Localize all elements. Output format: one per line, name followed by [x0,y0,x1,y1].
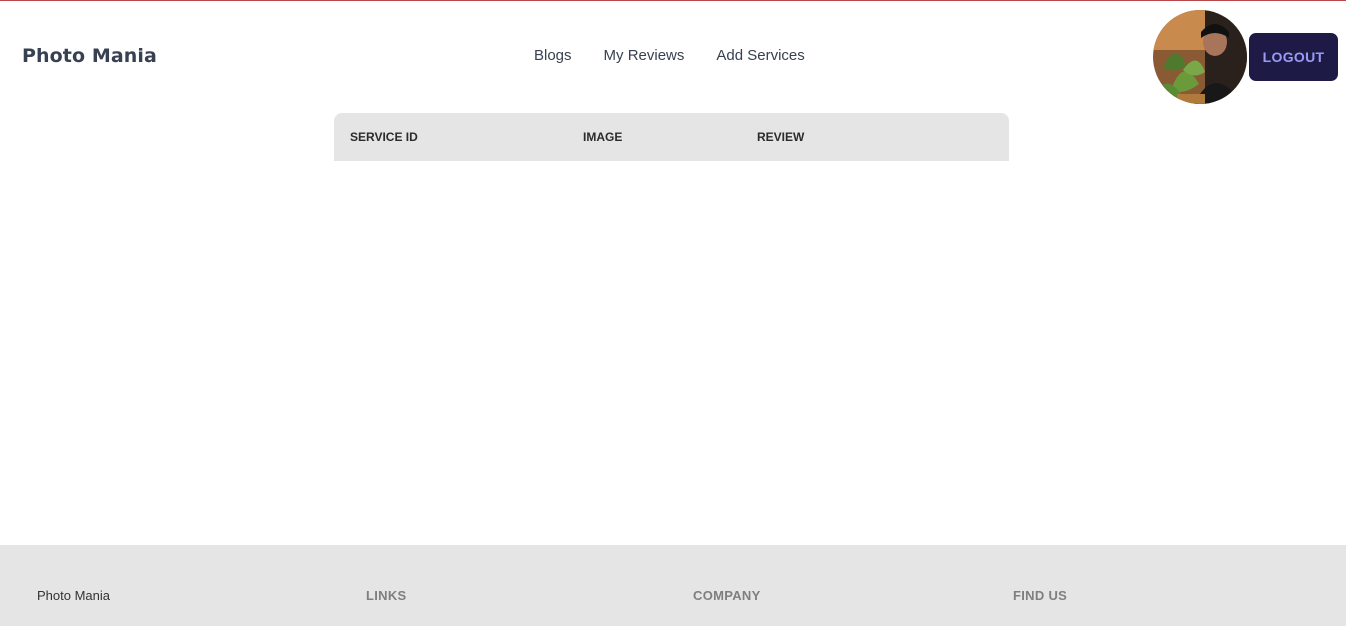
logout-button[interactable]: LOGOUT [1249,33,1338,81]
footer-heading-find-us: FIND US [1013,588,1068,603]
footer-heading-links: LINKS [366,588,407,603]
avatar-photo [1153,10,1247,104]
nav-link-blogs[interactable]: Blogs [534,47,572,64]
footer-brand: Photo Mania [37,588,110,603]
main-nav: Blogs My Reviews Add Services [534,47,805,64]
column-header-review: REVIEW [757,130,805,144]
footer-heading-company: COMPANY [693,588,761,603]
column-header-image: IMAGE [583,130,623,144]
footer: Photo Mania LINKS COMPANY FIND US [0,545,1346,626]
nav-link-my-reviews[interactable]: My Reviews [604,47,685,64]
user-avatar[interactable] [1152,9,1248,105]
column-header-service-id: SERVICE ID [350,130,418,144]
nav-link-add-services[interactable]: Add Services [716,47,804,64]
reviews-table-header: SERVICE ID IMAGE REVIEW [334,113,1009,161]
brand-logo[interactable]: Photo Mania [22,45,157,67]
top-border [0,0,1346,1]
